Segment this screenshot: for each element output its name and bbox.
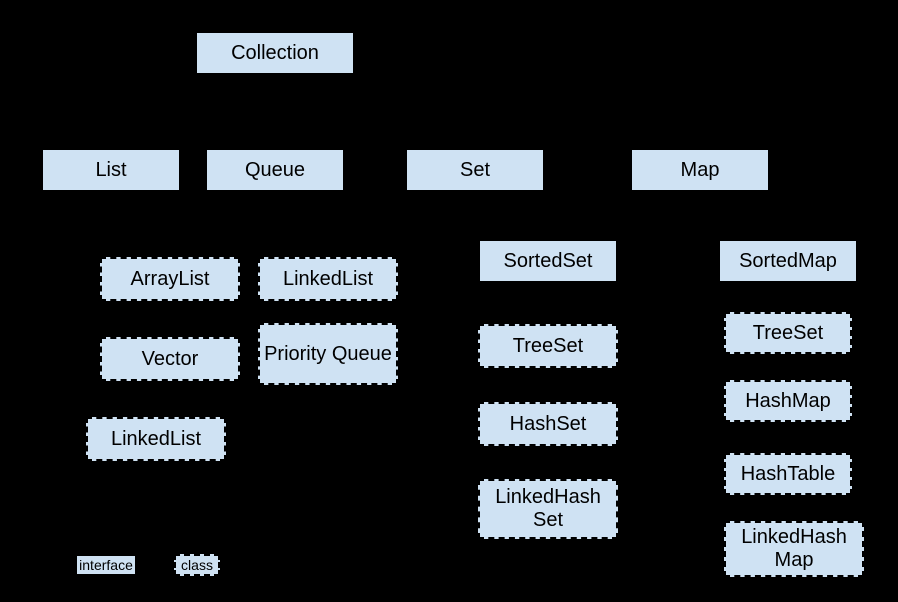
node-linkedhashset: LinkedHash Set <box>478 479 618 539</box>
node-hashtable: HashTable <box>724 453 852 495</box>
node-label: HashTable <box>741 463 836 486</box>
node-map: Map <box>630 148 770 192</box>
node-label: SortedSet <box>504 250 593 273</box>
legend-label: class <box>181 557 213 573</box>
node-arraylist: ArrayList <box>100 257 240 301</box>
node-label: HashMap <box>745 390 831 413</box>
node-label: Collection <box>231 42 319 65</box>
node-label: LinkedHash Map <box>726 526 862 572</box>
legend-label: interface <box>79 557 133 573</box>
node-list: List <box>41 148 181 192</box>
node-sortedmap: SortedMap <box>718 239 858 283</box>
node-hashset: HashSet <box>478 402 618 446</box>
node-label: LinkedHash Set <box>480 486 616 532</box>
node-linkedhashmap: LinkedHash Map <box>724 521 864 577</box>
node-treeset-map: TreeSet <box>724 312 852 354</box>
node-linkedlist-queue: LinkedList <box>258 257 398 301</box>
connector-lines <box>0 0 898 602</box>
node-label: Vector <box>142 348 199 371</box>
node-priorityqueue: Priority Queue <box>258 323 398 385</box>
node-label: TreeSet <box>753 322 823 345</box>
legend-class: class <box>174 554 220 576</box>
node-label: Map <box>681 159 720 182</box>
node-label: List <box>95 159 126 182</box>
node-label: LinkedList <box>283 268 373 291</box>
node-vector: Vector <box>100 337 240 381</box>
node-label: TreeSet <box>513 335 583 358</box>
legend-interface: interface <box>75 554 137 576</box>
node-collection: Collection <box>195 31 355 75</box>
node-treeset-set: TreeSet <box>478 324 618 368</box>
node-hashmap: HashMap <box>724 380 852 422</box>
node-label: SortedMap <box>739 250 837 273</box>
node-label: Set <box>460 159 490 182</box>
node-label: LinkedList <box>111 428 201 451</box>
node-set: Set <box>405 148 545 192</box>
node-label: Queue <box>245 159 305 182</box>
node-label: HashSet <box>510 413 587 436</box>
node-queue: Queue <box>205 148 345 192</box>
node-label: ArrayList <box>131 268 210 291</box>
node-label: Priority Queue <box>264 343 392 366</box>
node-linkedlist-list: LinkedList <box>86 417 226 461</box>
node-sortedset: SortedSet <box>478 239 618 283</box>
